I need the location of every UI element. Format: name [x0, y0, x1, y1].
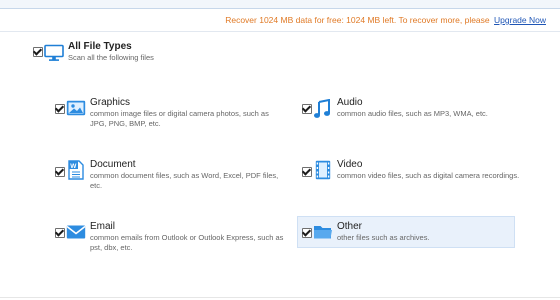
folder-icon: [313, 224, 333, 245]
audio-checkbox[interactable]: [302, 104, 312, 114]
document-desc: common document files, such as Word, Exc…: [90, 171, 279, 190]
envelope-icon: [66, 224, 86, 245]
document-checkbox[interactable]: [55, 167, 65, 177]
monitor-icon: [44, 44, 64, 67]
other-title: Other: [337, 221, 363, 232]
email-title: Email: [90, 221, 116, 232]
graphics-desc: common image files or digital camera pho…: [90, 109, 269, 128]
music-note-icon: [313, 98, 331, 124]
other-checkbox[interactable]: [302, 228, 312, 238]
window-top-strip: [0, 0, 560, 9]
all-file-types-title: All File Types: [68, 41, 132, 52]
video-checkbox[interactable]: [302, 167, 312, 177]
audio-title: Audio: [337, 97, 363, 108]
word-document-icon: W: [68, 160, 84, 185]
email-desc: common emails from Outlook or Outlook Ex…: [90, 233, 284, 252]
image-icon: [66, 100, 86, 121]
email-checkbox[interactable]: [55, 228, 65, 238]
free-quota-banner: Recover 1024 MB data for free: 1024 MB l…: [225, 15, 546, 25]
banner-text: Recover 1024 MB data for free: 1024 MB l…: [225, 15, 490, 25]
audio-desc: common audio files, such as MP3, WMA, et…: [337, 109, 488, 118]
graphics-title: Graphics: [90, 97, 131, 108]
graphics-checkbox[interactable]: [55, 104, 65, 114]
all-file-types-desc: Scan all the following files: [68, 53, 154, 62]
video-title: Video: [337, 159, 363, 170]
video-desc: common video files, such as digital came…: [337, 171, 520, 180]
other-desc: other files such as archives.: [337, 233, 430, 242]
banner-divider: [0, 31, 560, 32]
all-file-types-checkbox[interactable]: [33, 47, 43, 57]
bottom-divider: [0, 297, 560, 298]
film-icon: [315, 160, 331, 185]
document-title: Document: [90, 159, 136, 170]
upgrade-now-link[interactable]: Upgrade Now: [494, 15, 546, 25]
svg-text:W: W: [70, 163, 77, 170]
